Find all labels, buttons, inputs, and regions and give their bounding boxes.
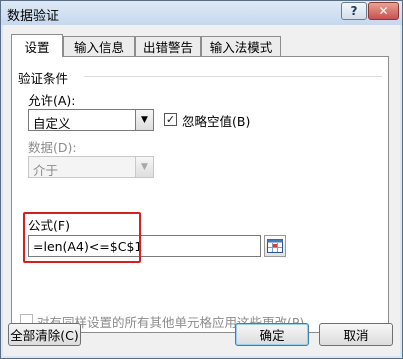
tab-error-alert[interactable]: 出错警告 bbox=[135, 36, 201, 56]
tab-bar: 设置 输入信息 出错警告 输入法模式 bbox=[11, 34, 391, 57]
formula-input[interactable]: =len(A4)<=$C$1 bbox=[28, 235, 261, 257]
cancel-label: 取消 bbox=[343, 328, 369, 343]
dialog-body: 设置 输入信息 出错警告 输入法模式 验证条件 允许(A): 自定义 ▼ ✓ 忽… bbox=[3, 25, 400, 356]
clear-all-label: 全部清除(C) bbox=[10, 328, 79, 343]
cancel-button[interactable]: 取消 bbox=[319, 323, 393, 346]
window-title: 数据验证 bbox=[7, 9, 60, 24]
tab-ime-mode[interactable]: 输入法模式 bbox=[201, 36, 281, 56]
tab-label: 输入信息 bbox=[73, 40, 124, 55]
allow-label: 允许(A): bbox=[28, 93, 76, 108]
ignore-blank-checkbox[interactable]: ✓ bbox=[164, 113, 177, 126]
help-button[interactable]: ? bbox=[341, 2, 367, 20]
tab-label: 出错警告 bbox=[142, 40, 193, 55]
ignore-blank-label[interactable]: 忽略空值(B) bbox=[182, 111, 250, 130]
data-value: 介于 bbox=[33, 163, 59, 178]
chevron-down-icon[interactable]: ▼ bbox=[135, 110, 153, 130]
tab-label: 输入法模式 bbox=[209, 40, 273, 55]
ok-button[interactable]: 确定 bbox=[235, 323, 309, 346]
data-validation-dialog: 数据验证 ? ✕ 设置 输入信息 出错警告 输入法模式 验证条件 允许(A): … bbox=[0, 0, 403, 359]
tab-settings[interactable]: 设置 bbox=[11, 34, 63, 57]
group-divider bbox=[84, 76, 382, 77]
allow-select[interactable]: 自定义 ▼ bbox=[28, 109, 154, 131]
formula-label: 公式(F) bbox=[28, 218, 70, 233]
data-select[interactable]: 介于 ▼ bbox=[28, 156, 154, 178]
help-icon: ? bbox=[350, 4, 358, 18]
tab-label: 设置 bbox=[24, 39, 50, 55]
formula-value: =len(A4)<=$C$1 bbox=[33, 239, 143, 254]
allow-value: 自定义 bbox=[33, 116, 71, 131]
data-label: 数据(D): bbox=[28, 140, 77, 155]
checkmark-icon: ✓ bbox=[165, 113, 176, 126]
tab-input-message[interactable]: 输入信息 bbox=[63, 36, 135, 56]
range-select-icon bbox=[267, 239, 283, 253]
clear-all-button[interactable]: 全部清除(C) bbox=[8, 323, 81, 346]
validation-criteria-title: 验证条件 bbox=[18, 71, 69, 86]
range-select-button[interactable] bbox=[264, 235, 286, 257]
close-icon: ✕ bbox=[378, 4, 389, 18]
title-bar[interactable]: 数据验证 ? ✕ bbox=[1, 1, 402, 25]
chevron-down-icon[interactable]: ▼ bbox=[135, 157, 153, 177]
settings-panel: 验证条件 允许(A): 自定义 ▼ ✓ 忽略空值(B) 数据(D): 介于 ▼ … bbox=[11, 56, 389, 333]
ok-label: 确定 bbox=[259, 328, 285, 343]
close-button[interactable]: ✕ bbox=[368, 2, 399, 20]
